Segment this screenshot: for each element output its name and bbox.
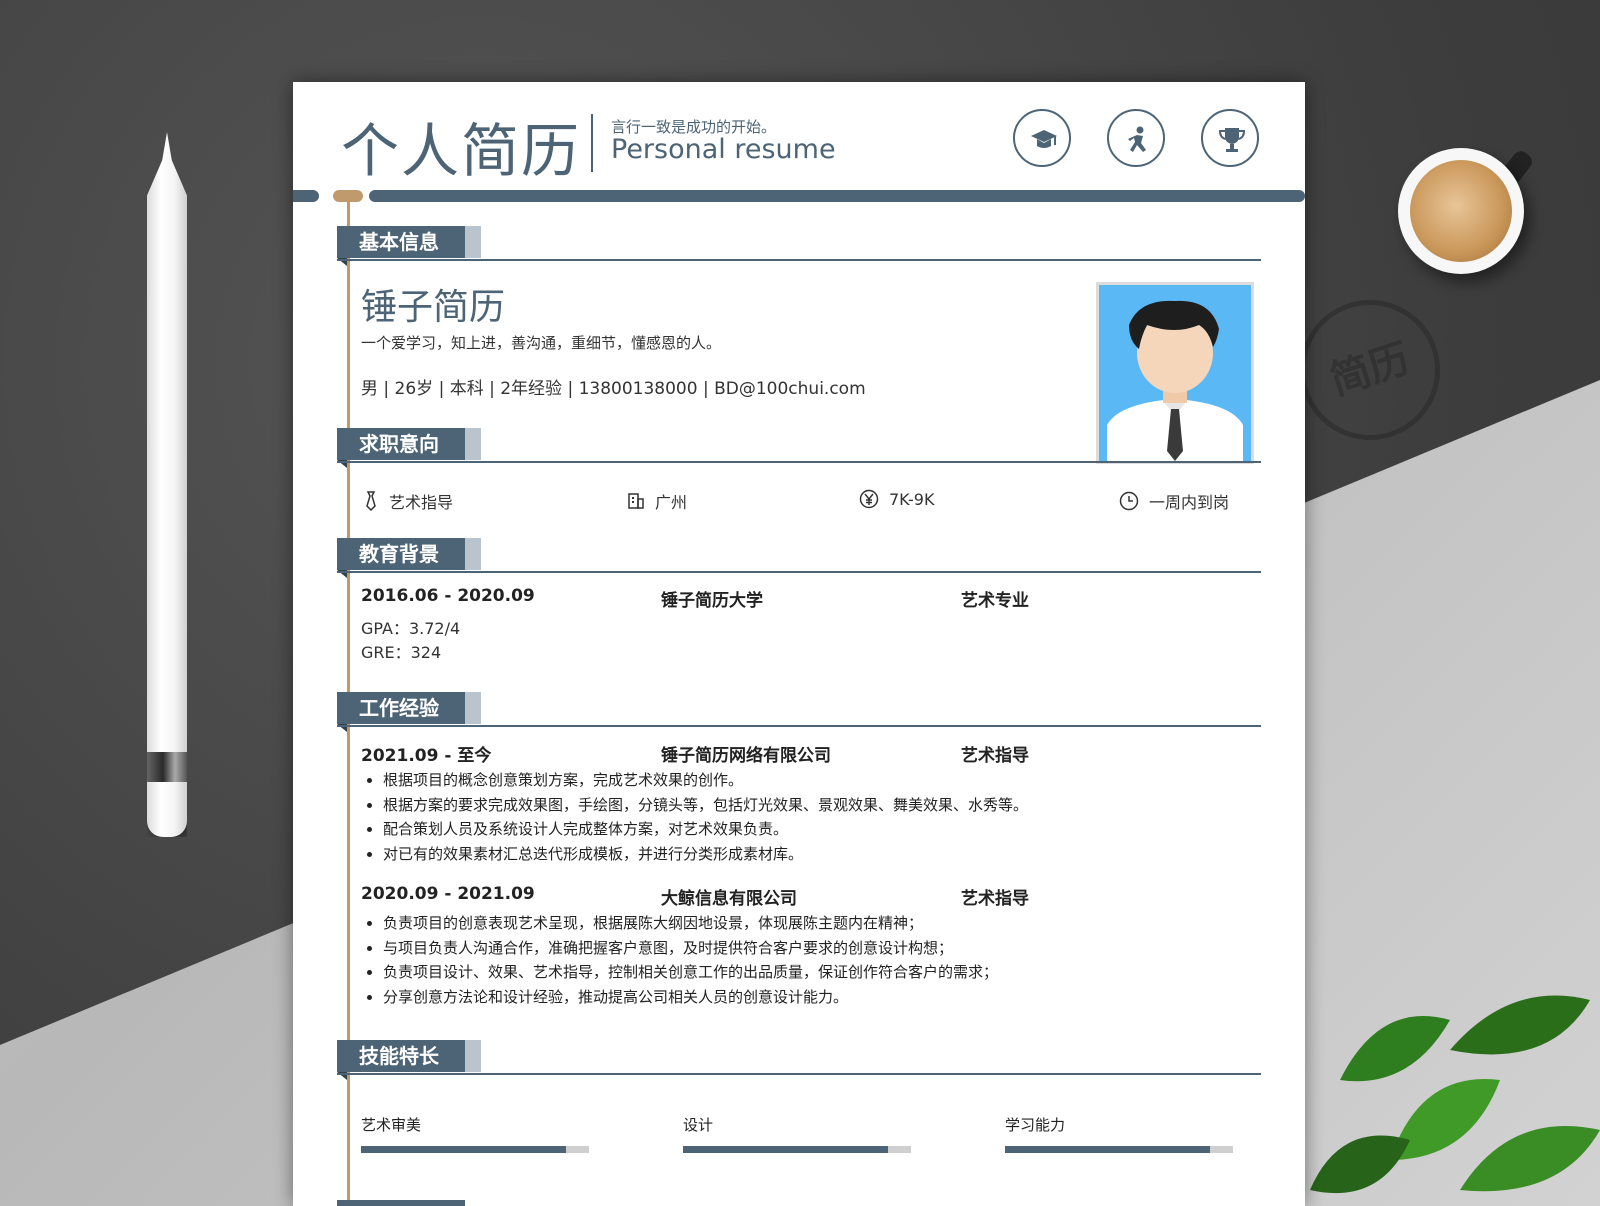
list-item: 根据项目的概念创意策划方案，完成艺术效果的创作。 [383,768,1028,793]
list-item: 根据方案的要求完成效果图，手绘图，分镜头等，包括灯光效果、景观效果、舞美效果、水… [383,793,1028,818]
coffee [1410,160,1512,262]
section-title: 教育背景 [337,538,465,570]
education-gpa: GPA：3.72/4 [361,619,461,638]
skill-1-fill [361,1146,567,1153]
intent-city-label: 广州 [655,493,688,512]
resume-subtitle-en: Personal resume [611,134,836,165]
intent-position-label: 艺术指导 [389,493,454,512]
plant-leaves [1310,995,1600,1194]
skill-2-label: 设计 [683,1116,714,1134]
intent-availability-label: 一周内到岗 [1149,493,1230,512]
clock-icon [1119,491,1139,511]
section-work-experience: 工作经验 [337,692,1261,732]
section-tab-shade [465,692,481,724]
list-item: 对已有的效果素材汇总迭代形成模板，并进行分类形成素材库。 [383,842,1028,867]
section-underline [337,259,1261,261]
next-section-tab-partial [337,1200,465,1206]
intent-city: 广州 [627,489,687,513]
education-major: 艺术专业 [961,591,1029,611]
skill-3-bar [1005,1146,1233,1153]
section-title: 技能特长 [337,1040,465,1072]
section-tab-shade [465,226,481,258]
section-tab-shade [465,1040,481,1072]
section-underline [337,461,1261,463]
job-1-period: 2021.09 - 至今 [361,746,492,766]
job-2-company: 大鲸信息有限公司 [661,889,797,909]
section-title: 求职意向 [337,428,465,460]
intent-salary-label: 7K-9K [889,489,935,509]
header-bar-main [369,190,1305,202]
intent-availability: 一周内到岗 [1119,489,1229,513]
list-item: 与项目负责人沟通合作，准确把握客户意图，及时提供符合客户要求的创意设计构想； [383,936,998,961]
candidate-facts: 男 | 26岁 | 本科 | 2年经验 | 13800138000 | BD@1… [361,379,866,399]
stylus-pencil [147,132,187,837]
intent-salary: 7K-9K [859,489,934,509]
job-1-role: 艺术指导 [961,746,1029,766]
job-1-bullets: 根据项目的概念创意策划方案，完成艺术效果的创作。 根据方案的要求完成效果图，手绘… [361,768,1028,866]
list-item: 配合策划人员及系统设计人完成整体方案，对艺术效果负责。 [383,817,1028,842]
section-education: 教育背景 [337,538,1261,578]
section-title: 工作经验 [337,692,465,724]
stylus-band [147,752,187,782]
job-2-period: 2020.09 - 2021.09 [361,884,535,904]
section-job-intention: 求职意向 [337,428,1261,468]
section-tab-shade [465,428,481,460]
list-item: 负责项目设计、效果、艺术指导，控制相关创意工作的出品质量，保证创作符合客户的需求… [383,960,998,985]
education-period: 2016.06 - 2020.09 [361,586,535,606]
skill-2-bar [683,1146,911,1153]
candidate-name: 锤子简历 [361,287,506,328]
intent-position: 艺术指导 [363,489,453,513]
tie-icon [366,491,376,511]
section-underline [337,1073,1261,1075]
job-1-company: 锤子简历网络有限公司 [661,746,831,766]
skill-1-label: 艺术审美 [361,1116,422,1134]
section-underline [337,571,1261,573]
skill-3-fill [1005,1146,1211,1153]
list-item: 分享创意方法论和设计经验，推动提高公司相关人员的创意设计能力。 [383,985,998,1010]
job-2-bullets: 负责项目的创意表现艺术呈现，根据展陈大纲因地设景，体现展陈主题内在精神； 与项目… [361,911,998,1009]
running-person-icon [1107,109,1165,167]
resume-title: 个人简历 [341,117,582,185]
header-bar-left [293,190,319,202]
section-underline [337,725,1261,727]
header-separator [591,114,593,172]
building-icon [628,493,644,509]
section-skills: 技能特长 [337,1040,1261,1080]
list-item: 负责项目的创意表现艺术呈现，根据展陈大纲因地设景，体现展陈主题内在精神； [383,911,998,936]
candidate-motto: 一个爱学习，知上进，善沟通，重细节，懂感恩的人。 [361,334,722,352]
graduation-cap-icon [1013,109,1071,167]
resume-paper: 个人简历 言行一致是成功的开始。 Personal resume 基本信息 锤子… [293,82,1305,1206]
section-tab-shade [465,538,481,570]
trophy-icon [1201,109,1259,167]
job-2-role: 艺术指导 [961,889,1029,909]
education-gre: GRE：324 [361,643,442,662]
education-school: 锤子简历大学 [661,591,763,611]
section-basic-info: 基本信息 [337,226,1261,266]
skill-2-fill [683,1146,889,1153]
skill-3-label: 学习能力 [1005,1116,1066,1134]
yen-icon [859,489,879,509]
section-title: 基本信息 [337,226,465,258]
skill-1-bar [361,1146,589,1153]
